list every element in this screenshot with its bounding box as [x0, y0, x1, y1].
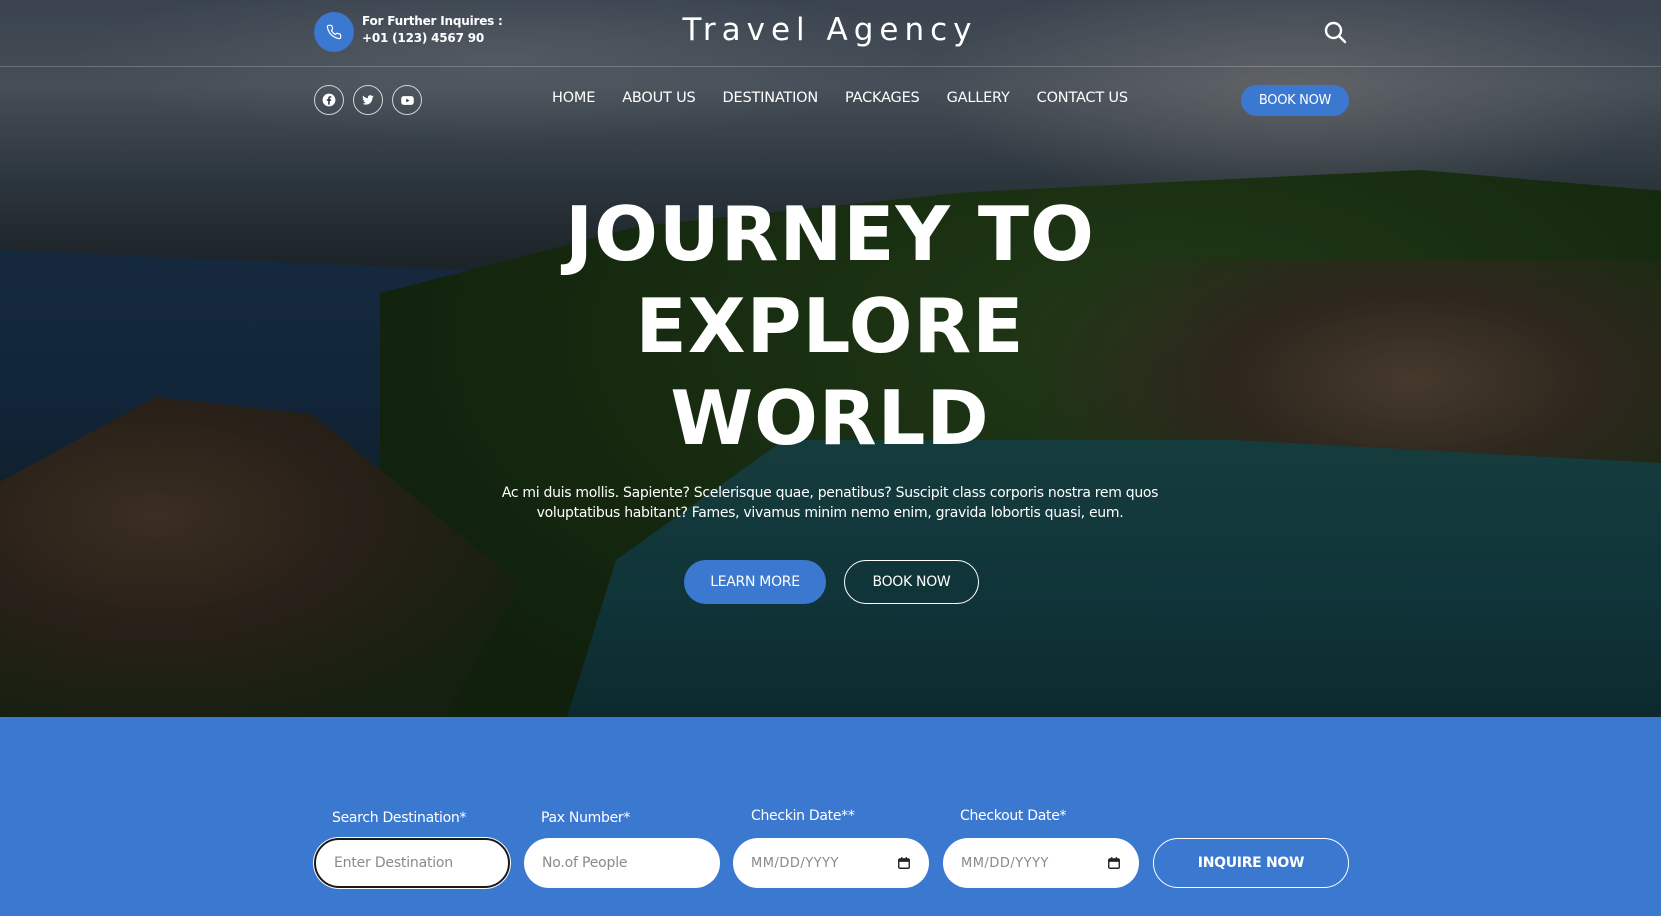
- calendar-icon[interactable]: [1107, 856, 1121, 870]
- youtube-icon[interactable]: [392, 85, 422, 115]
- checkin-date-input[interactable]: MM/DD/YYYY: [733, 838, 929, 888]
- destination-input[interactable]: Enter Destination: [314, 838, 510, 888]
- hero-headline-line-2: EXPLORE: [635, 282, 1025, 370]
- hero-headline: JOURNEY TO EXPLORE WORLD: [430, 188, 1230, 464]
- pax-label: Pax Number*: [541, 810, 631, 826]
- brand-title[interactable]: Travel Agency: [580, 12, 1080, 48]
- inquire-now-button[interactable]: INQUIRE NOW: [1153, 838, 1349, 888]
- nav-item-about-us[interactable]: ABOUT US: [622, 90, 696, 112]
- checkin-label: Checkin Date**: [751, 808, 855, 824]
- book-now-button[interactable]: BOOK NOW: [844, 560, 979, 604]
- top-bar: For Further Inquires : +01 (123) 4567 90…: [0, 0, 1661, 67]
- checkout-date-input[interactable]: MM/DD/YYYY: [943, 838, 1139, 888]
- facebook-icon[interactable]: [314, 85, 344, 115]
- main-nav: HOME ABOUT US DESTINATION PACKAGES GALLE…: [552, 90, 1128, 112]
- checkout-label: Checkout Date*: [960, 808, 1067, 824]
- nav-item-contact-us[interactable]: CONTACT US: [1037, 90, 1128, 112]
- book-now-button-header[interactable]: BOOK NOW: [1241, 85, 1349, 116]
- phone-icon[interactable]: [314, 12, 354, 52]
- hero-headline-line-3: WORLD: [670, 374, 990, 462]
- search-icon[interactable]: [1320, 17, 1350, 47]
- checkout-placeholder: MM/DD/YYYY: [961, 855, 1049, 871]
- destination-label: Search Destination*: [332, 810, 467, 826]
- pax-placeholder: No.of People: [542, 855, 628, 871]
- learn-more-button[interactable]: LEARN MORE: [684, 560, 826, 604]
- nav-item-gallery[interactable]: GALLERY: [947, 90, 1010, 112]
- pax-input[interactable]: No.of People: [524, 838, 720, 888]
- hero-subtext: Ac mi duis mollis. Sapiente? Scelerisque…: [501, 485, 1159, 521]
- twitter-icon[interactable]: [353, 85, 383, 115]
- phone-number[interactable]: +01 (123) 4567 90: [362, 31, 484, 45]
- inquire-label: For Further Inquires :: [362, 14, 503, 28]
- destination-placeholder: Enter Destination: [334, 855, 453, 871]
- hero-headline-line-1: JOURNEY TO: [565, 190, 1095, 278]
- nav-item-packages[interactable]: PACKAGES: [845, 90, 920, 112]
- checkin-placeholder: MM/DD/YYYY: [751, 855, 839, 871]
- calendar-icon[interactable]: [897, 856, 911, 870]
- nav-item-home[interactable]: HOME: [552, 90, 595, 112]
- nav-item-destination[interactable]: DESTINATION: [723, 90, 819, 112]
